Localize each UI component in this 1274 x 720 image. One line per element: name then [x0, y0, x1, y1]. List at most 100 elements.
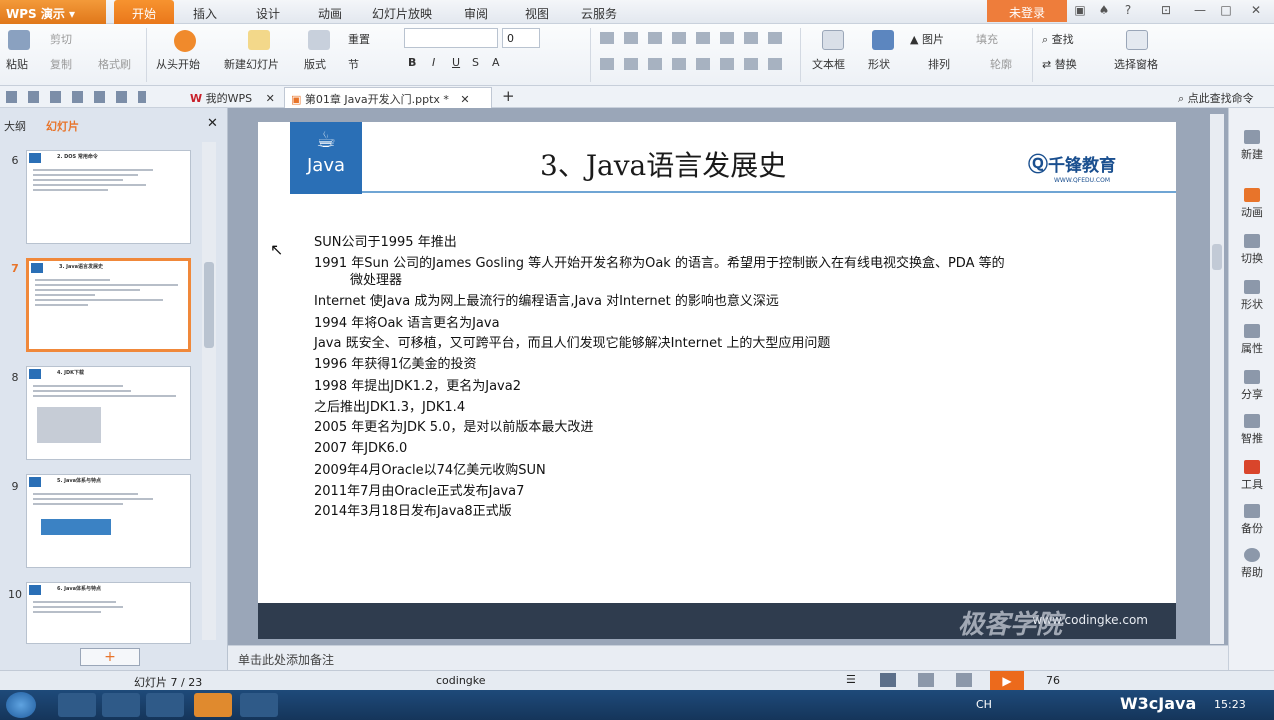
- tab-animation[interactable]: 动画: [318, 5, 342, 22]
- layout-button[interactable]: 版式: [304, 56, 326, 72]
- tab-slideshow[interactable]: 幻灯片放映: [372, 5, 432, 22]
- font-size-select[interactable]: 0: [502, 28, 540, 48]
- tab-outline[interactable]: 大纲: [4, 118, 26, 134]
- minimize-icon[interactable]: —: [1190, 3, 1210, 21]
- tab-slides[interactable]: 幻灯片: [46, 118, 79, 134]
- slide-thumb-7[interactable]: 3. Java语言发展史: [26, 258, 191, 352]
- backup-button[interactable]: 备份: [1229, 504, 1274, 536]
- bold-button[interactable]: B: [408, 56, 416, 69]
- font-name-select[interactable]: [404, 28, 498, 48]
- normal-view-icon[interactable]: [880, 673, 896, 687]
- new-slide-button[interactable]: 新建幻灯片: [224, 56, 279, 72]
- paste-button[interactable]: 粘贴: [6, 56, 28, 72]
- cut-button[interactable]: 剪切: [50, 31, 72, 47]
- slide-body[interactable]: SUN公司于1995 年推出 1991 年Sun 公司的James Goslin…: [258, 222, 1176, 522]
- wps-taskbar-icon[interactable]: [194, 693, 232, 717]
- close-pane-icon[interactable]: ✕: [207, 116, 218, 131]
- share-button[interactable]: 分享: [1229, 370, 1274, 402]
- alignment-tools[interactable]: [600, 58, 790, 70]
- select-pane-button[interactable]: 选择窗格: [1114, 56, 1158, 72]
- thumb-title: 6. Java体系与特点: [57, 586, 101, 592]
- tab-view[interactable]: 视图: [525, 5, 549, 22]
- italic-button[interactable]: I: [432, 56, 435, 69]
- from-start-button[interactable]: 从头开始: [156, 56, 200, 72]
- help-panel-label: 帮助: [1241, 566, 1263, 579]
- tab-design[interactable]: 设计: [256, 5, 280, 22]
- shirt-icon[interactable]: ♠: [1094, 3, 1114, 21]
- restore-icon[interactable]: ⊡: [1156, 3, 1176, 21]
- java-logo-text: Java: [306, 155, 346, 176]
- slide-thumb-9[interactable]: 5. Java体系与特点: [26, 474, 191, 568]
- maximize-icon[interactable]: □: [1216, 3, 1236, 21]
- properties-button[interactable]: 属性: [1229, 324, 1274, 356]
- explorer-taskbar-icon[interactable]: [146, 693, 184, 717]
- help-icon[interactable]: ?: [1118, 3, 1138, 21]
- thumb-scrollbar[interactable]: [202, 142, 216, 640]
- play-slideshow-button[interactable]: ▶: [990, 671, 1024, 691]
- editor-scrollbar[interactable]: [1210, 114, 1224, 644]
- transition-button[interactable]: 切换: [1229, 234, 1274, 266]
- shape-panel-button[interactable]: 形状: [1229, 280, 1274, 312]
- format-painter-button[interactable]: 格式刷: [98, 56, 131, 72]
- section-button[interactable]: 节: [348, 56, 359, 72]
- search-command[interactable]: ⌕ 点此查找命令: [1178, 90, 1254, 106]
- arrange-button[interactable]: 排列: [928, 56, 950, 72]
- chrome-taskbar-icon[interactable]: [58, 693, 96, 717]
- font-color-button[interactable]: A: [492, 56, 500, 69]
- thumb-diagram: [41, 519, 111, 535]
- reading-view-icon[interactable]: [956, 673, 972, 687]
- find-button[interactable]: ⌕ 查找: [1042, 31, 1074, 47]
- tools-button[interactable]: 工具: [1229, 460, 1274, 492]
- help-panel-button[interactable]: 帮助: [1229, 548, 1274, 580]
- scroll-thumb[interactable]: [1212, 244, 1222, 270]
- firefox-taskbar-icon[interactable]: [102, 693, 140, 717]
- slide-canvas[interactable]: ☕ Java 3、Java语言发展史 Ⓠ千锋教育 WWW.QFEDU.COM S…: [258, 122, 1176, 639]
- start-button[interactable]: [6, 692, 36, 718]
- picture-button[interactable]: ▲ 图片: [910, 31, 944, 47]
- thumb-image: [37, 407, 101, 443]
- clock: 15:23: [1214, 698, 1246, 711]
- quick-tools[interactable]: [6, 91, 146, 103]
- replace-button[interactable]: ⇄ 替换: [1042, 56, 1077, 72]
- tab-insert[interactable]: 插入: [193, 5, 217, 22]
- tab-cloud[interactable]: 云服务: [581, 5, 617, 22]
- login-button[interactable]: 未登录: [987, 0, 1067, 22]
- zoom-level[interactable]: 76: [1046, 674, 1060, 687]
- terminal-taskbar-icon[interactable]: [240, 693, 278, 717]
- new-button[interactable]: 新建: [1229, 130, 1274, 162]
- input-language[interactable]: CH: [976, 698, 992, 711]
- fill-button[interactable]: 填充: [976, 31, 998, 47]
- slide-thumb-10[interactable]: 6. Java体系与特点: [26, 582, 191, 644]
- slide-title[interactable]: 3、Java语言发展史: [540, 144, 786, 184]
- underline-button[interactable]: U: [452, 56, 460, 69]
- slide-thumb-6[interactable]: 2. DOS 常用命令: [26, 150, 191, 244]
- doc-tab-current[interactable]: ▣ 第01章 Java开发入门.pptx * ✕: [284, 87, 492, 108]
- strike-button[interactable]: S: [472, 56, 479, 69]
- tab-review[interactable]: 审阅: [464, 5, 488, 22]
- textbox-button[interactable]: 文本框: [812, 56, 845, 72]
- close-tab-icon[interactable]: ✕: [266, 92, 275, 105]
- paragraph-tools[interactable]: [600, 32, 790, 44]
- skin-icon[interactable]: ▣: [1070, 3, 1090, 21]
- app-menu-button[interactable]: WPS 演示 ▾: [0, 0, 106, 24]
- reset-button[interactable]: 重置: [348, 31, 370, 47]
- smart-push-button[interactable]: 智推: [1229, 414, 1274, 446]
- scroll-thumb[interactable]: [204, 262, 214, 348]
- copy-button[interactable]: 复制: [50, 56, 72, 72]
- notes-pane[interactable]: 单击此处添加备注: [228, 645, 1228, 670]
- add-slide-button[interactable]: +: [80, 648, 140, 666]
- slide-thumb-8[interactable]: 4. JDK下载: [26, 366, 191, 460]
- sorter-view-icon[interactable]: [918, 673, 934, 687]
- tab-home[interactable]: 开始: [114, 0, 174, 25]
- animation-button[interactable]: 动画: [1229, 188, 1274, 220]
- notes-placeholder: 单击此处添加备注: [238, 653, 335, 667]
- replace-label: 替换: [1054, 58, 1077, 71]
- close-icon[interactable]: ✕: [1246, 3, 1266, 21]
- notes-toggle-icon[interactable]: ☰: [846, 673, 856, 686]
- close-tab-icon[interactable]: ✕: [460, 93, 469, 106]
- doc-tab-mywps[interactable]: W 我的WPS ✕: [184, 87, 281, 108]
- new-tab-icon[interactable]: +: [496, 87, 521, 108]
- shape-button[interactable]: 形状: [868, 56, 890, 72]
- outline-button[interactable]: 轮廓: [990, 56, 1012, 72]
- thumb-title: 5. Java体系与特点: [57, 478, 101, 484]
